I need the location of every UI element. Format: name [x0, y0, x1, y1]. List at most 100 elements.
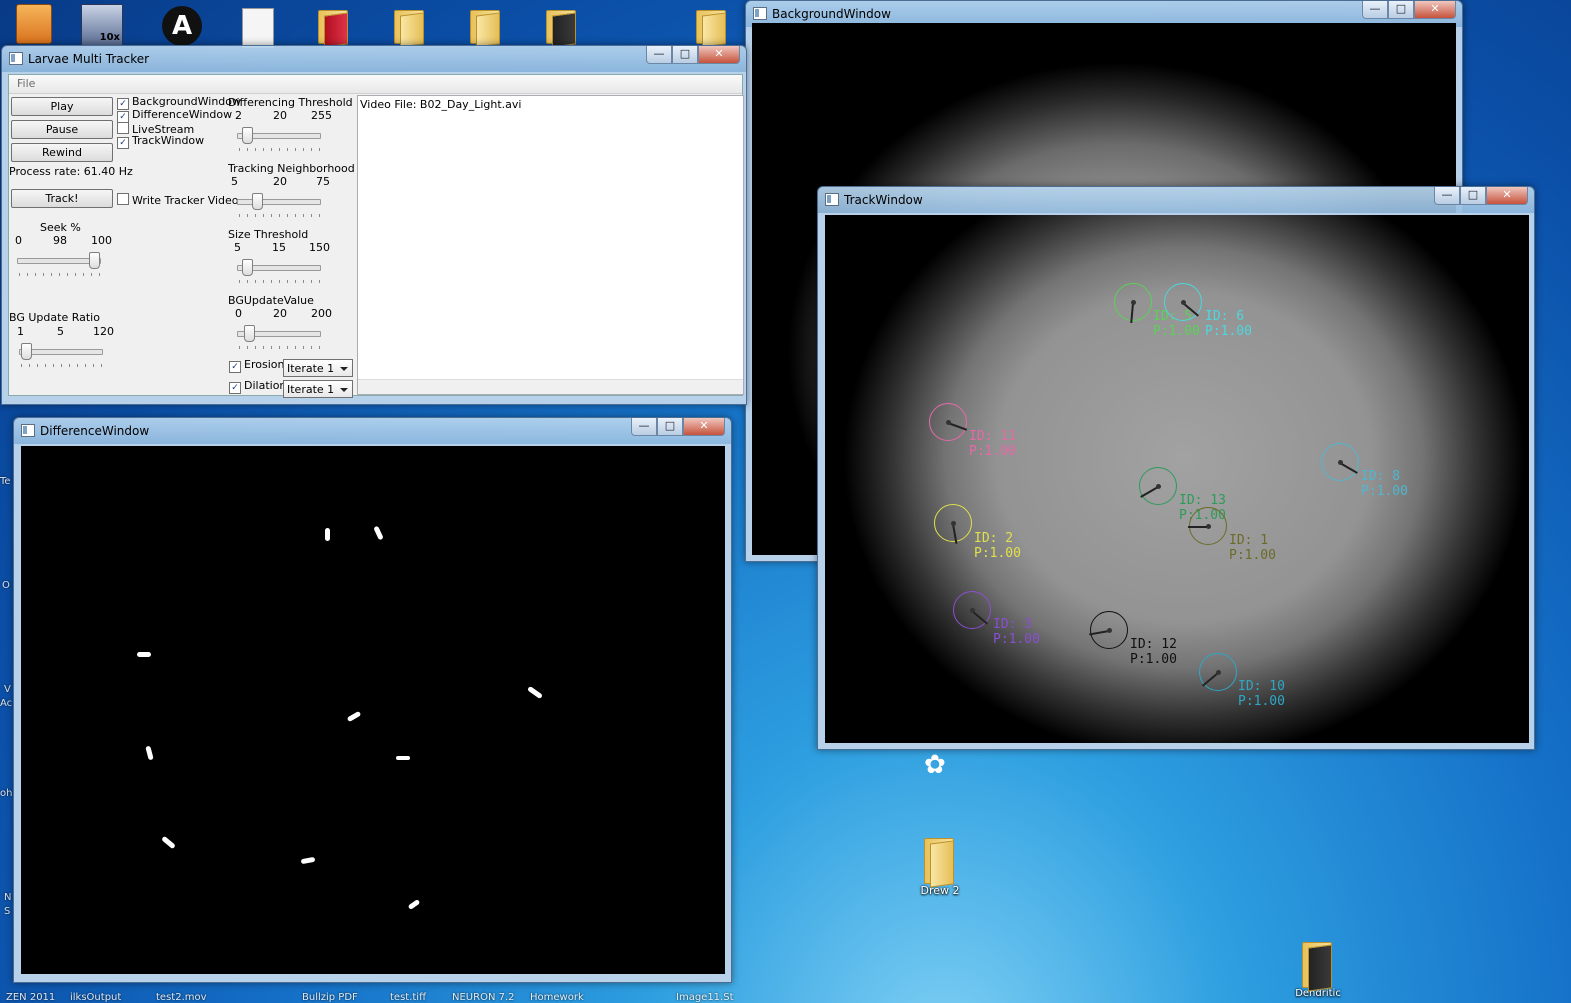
track-id-label: ID: 13	[1179, 493, 1226, 508]
seek-slider-ticks	[19, 273, 101, 276]
desktop-icon-label: Homework	[530, 992, 584, 1003]
track-image-view: ID: 5 P:1.00 ID: 6 P:1.00 ID: 11 P:1.00 …	[825, 215, 1529, 743]
track-marker	[1139, 467, 1177, 505]
maximize-button[interactable]: □	[1460, 187, 1486, 205]
tracking-neighborhood-max: 75	[316, 175, 330, 188]
maximize-button[interactable]: □	[1388, 1, 1414, 19]
minimize-button[interactable]: —	[646, 46, 672, 64]
track-id-label: ID: 8	[1361, 469, 1401, 484]
differencing-threshold-thumb[interactable]	[242, 127, 254, 144]
close-button[interactable]: ✕	[683, 418, 725, 436]
tracking-neighborhood-title: Tracking Neighborhood	[228, 162, 355, 175]
control-panel: File Play Pause Rewind Process rate: 61.…	[8, 74, 744, 398]
app-icon	[16, 4, 52, 44]
tracking-neighborhood-value: 20	[273, 175, 287, 188]
desktop-icon-label: ZEN 2011	[6, 992, 56, 1003]
larva-blob	[145, 745, 154, 761]
close-button[interactable]: ✕	[698, 46, 740, 64]
desktop-icon-file[interactable]	[228, 8, 288, 48]
window-title: BackgroundWindow	[772, 7, 891, 21]
write-tracker-video-checkbox[interactable]: Write Tracker Video	[117, 193, 239, 207]
desktop-icon-folder-1[interactable]	[378, 8, 438, 48]
desktop-icon-dendritic[interactable]: Dendritic	[1288, 940, 1348, 999]
rewind-button[interactable]: Rewind	[11, 143, 113, 162]
track-button[interactable]: Track!	[11, 189, 113, 208]
dark-folder-icon	[544, 8, 576, 48]
microscope-app-icon: 10x	[81, 4, 123, 46]
folder-icon	[922, 836, 958, 888]
dilation-checkbox[interactable]: ✓ Dilation	[229, 380, 286, 394]
desktop-icon-label: test2.mov	[156, 992, 207, 1003]
desktop-icon-label: NEURON 7.2	[452, 992, 515, 1003]
title-bar[interactable]: Larvae Multi Tracker — □ ✕	[2, 46, 746, 72]
edge-label: N	[4, 892, 12, 903]
seek-slider-thumb[interactable]	[88, 252, 100, 269]
erosion-iterations-select[interactable]: Iterate 1	[283, 359, 353, 377]
folder-icon	[392, 8, 424, 48]
track-probability-label: P:1.00	[969, 444, 1016, 459]
difference-window[interactable]: DifferenceWindow — □ ✕	[13, 417, 732, 983]
log-text-area[interactable]: Video File: B02_Day_Light.avi	[357, 95, 744, 395]
close-button[interactable]: ✕	[1414, 1, 1456, 19]
track-probability-label: P:1.00	[1130, 652, 1177, 667]
track-id-label: ID: 2	[974, 531, 1014, 546]
size-threshold-thumb[interactable]	[242, 259, 254, 276]
minimize-button[interactable]: —	[631, 418, 657, 436]
size-threshold-min: 5	[234, 241, 241, 254]
process-rate-text: Process rate: 61.40 Hz	[9, 165, 133, 178]
bg-update-value-title: BGUpdateValue	[228, 294, 314, 307]
tracking-neighborhood-ticks	[239, 214, 321, 217]
track-window[interactable]: TrackWindow — □ ✕ ID: 5 P:1.00 ID: 6 P:1…	[817, 186, 1535, 750]
tracking-neighborhood-track[interactable]	[237, 199, 321, 205]
checkbox-box: ✓	[117, 137, 129, 149]
checkbox-label: BackgroundWindow	[132, 95, 241, 108]
menu-file[interactable]: File	[17, 77, 35, 90]
pause-button[interactable]: Pause	[11, 120, 113, 139]
desktop-icon-app-1[interactable]	[4, 4, 64, 44]
desktop-icon-dark-folder[interactable]	[530, 8, 590, 48]
desktop-icon-red-folder[interactable]	[302, 8, 362, 48]
tracking-neighborhood-min: 5	[231, 175, 238, 188]
horizontal-scrollbar[interactable]	[358, 379, 743, 394]
minimize-button[interactable]: —	[1434, 187, 1460, 205]
chevron-down-icon	[340, 367, 348, 371]
title-bar[interactable]: DifferenceWindow — □ ✕	[14, 418, 731, 444]
desktop-icon-app-2[interactable]: 10x	[72, 4, 132, 46]
bg-update-value-min: 0	[235, 307, 242, 320]
window-title: TrackWindow	[844, 193, 923, 207]
edge-label: S	[4, 906, 11, 917]
chevron-down-icon	[340, 388, 348, 392]
dark-folder-icon	[1300, 940, 1336, 992]
maximize-button[interactable]: □	[657, 418, 683, 436]
track-id-label: ID: 10	[1238, 679, 1285, 694]
larva-blob	[346, 710, 362, 723]
dilation-iterations-select[interactable]: Iterate 1	[283, 380, 353, 398]
bg-update-value-ticks	[239, 346, 321, 349]
play-button[interactable]: Play	[11, 97, 113, 116]
desktop-icon-drew2[interactable]: Drew 2	[910, 836, 970, 897]
tracking-neighborhood-thumb[interactable]	[252, 193, 264, 210]
desktop-icon-folder-3[interactable]	[680, 8, 740, 48]
close-button[interactable]: ✕	[1486, 187, 1528, 205]
tracker-window[interactable]: Larvae Multi Tracker — □ ✕ File Play Pau…	[1, 45, 747, 405]
bg-update-ratio-thumb[interactable]	[21, 343, 33, 360]
track-id-label: ID: 12	[1130, 637, 1177, 652]
title-bar[interactable]: TrackWindow — □ ✕	[818, 187, 1534, 213]
seek-slider-title: Seek %	[40, 221, 81, 234]
track-marker	[953, 591, 991, 629]
erosion-checkbox[interactable]: ✓ Erosion	[229, 359, 284, 373]
bg-update-value-thumb[interactable]	[244, 325, 256, 342]
desktop-icon-app-3[interactable]: A	[152, 6, 212, 46]
wallpaper-flower: ✿	[924, 750, 946, 780]
maximize-button[interactable]: □	[672, 46, 698, 64]
desktop-icon-label: Image11.St	[676, 992, 734, 1003]
app-badge-text: 10x	[99, 32, 120, 43]
track-marker	[1321, 443, 1359, 481]
difference-window-checkbox[interactable]: ✓ DifferenceWindow	[117, 109, 232, 123]
desktop-icon-folder-2[interactable]	[454, 8, 514, 48]
minimize-button[interactable]: —	[1362, 1, 1388, 19]
track-window-checkbox[interactable]: ✓ TrackWindow	[117, 135, 204, 149]
larva-blob	[373, 525, 384, 541]
track-marker	[1164, 283, 1202, 321]
larva-blob	[527, 685, 543, 700]
